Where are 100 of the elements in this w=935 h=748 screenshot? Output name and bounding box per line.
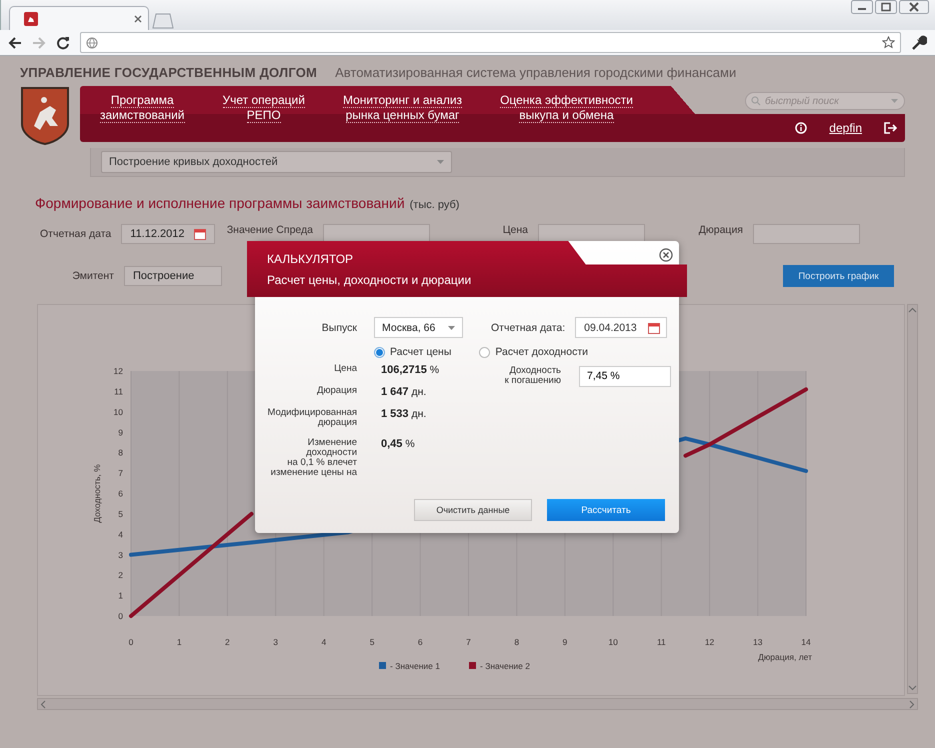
radio-icon[interactable] (374, 346, 385, 358)
legend-swatch (469, 662, 476, 669)
y-tick-label: 11 (114, 386, 123, 396)
back-icon[interactable] (8, 36, 22, 50)
system-subtitle: Автоматизированная система управления городскими финансами (335, 65, 736, 80)
scroll-down-icon[interactable] (908, 683, 917, 692)
result-label: Изменение доходности на 0,1 % влечет изменение цены на (270, 438, 357, 478)
result-value: 0,45 % (381, 438, 415, 452)
calculate-button[interactable]: Рассчитать (547, 499, 665, 521)
y-tick-label: 7 (118, 468, 123, 478)
result-label: Дюрация (316, 386, 357, 398)
scroll-left-icon[interactable] (39, 700, 48, 708)
calendar-icon[interactable] (194, 228, 206, 240)
minimize-icon[interactable] (851, 0, 873, 14)
globe-icon (86, 36, 98, 48)
system-title: УПРАВЛЕНИЕ ГОСУДАРСТВЕННЫМ ДОЛГОМ (20, 65, 318, 80)
dialog-subtitle: Расчет цены, доходности и дюрации (267, 272, 472, 286)
y-tick-label: 0 (118, 611, 123, 621)
y-tick-label: 3 (118, 550, 123, 560)
result-value: 1 533 дн. (381, 408, 426, 422)
horizontal-scrollbar[interactable] (37, 698, 918, 710)
address-field[interactable] (80, 32, 901, 53)
dialog-title: КАЛЬКУЛЯТОР (267, 252, 354, 266)
issue-dropdown[interactable]: Москва, 66 (374, 317, 463, 338)
mode-radio[interactable]: Расчет доходности (479, 346, 588, 358)
close-icon[interactable] (659, 248, 673, 262)
calendar-icon[interactable] (648, 322, 660, 334)
x-tick-label: 3 (273, 637, 278, 647)
user-link[interactable]: depfin (829, 121, 862, 135)
field-label: Эмитент (72, 270, 114, 282)
select-field[interactable]: Построение (124, 266, 222, 286)
field-label: Отчетная дата (40, 228, 112, 240)
input-field[interactable] (753, 224, 860, 244)
x-tick-label: 8 (514, 637, 520, 647)
x-tick-label: 9 (562, 637, 568, 647)
info-icon[interactable] (795, 122, 808, 134)
caret-icon (448, 326, 455, 330)
y-tick-label: 4 (118, 529, 123, 540)
result-value: 1 647 дн. (381, 386, 426, 398)
yield-field[interactable]: 7,45 % (579, 366, 671, 386)
date-field[interactable]: 09.04.2013 (575, 317, 668, 338)
new-tab-button[interactable] (152, 13, 174, 29)
x-tick-label: 11 (656, 637, 666, 647)
y-tick-label: 1 (118, 590, 123, 601)
x-tick-label: 0 (128, 637, 134, 647)
field-label: Дюрация (698, 224, 743, 236)
x-tick-label: 5 (370, 637, 374, 647)
y-tick-label: 10 (114, 406, 123, 417)
date-field[interactable]: 11.12.2012 (121, 224, 215, 244)
logout-icon[interactable] (884, 122, 897, 134)
clear-button[interactable]: Очистить данные (414, 499, 532, 521)
result-value: 106,2715 % (381, 364, 440, 376)
legend-label: - Значение 2 (480, 661, 530, 671)
browser-tab[interactable] (9, 6, 149, 30)
scroll-up-icon[interactable] (908, 306, 917, 315)
x-tick-label: 2 (225, 637, 230, 647)
build-chart-button[interactable]: Построить график (783, 265, 894, 287)
field-label: Цена (502, 224, 528, 236)
field-label: Значение Спреда (226, 224, 313, 236)
section-dropdown[interactable]: Построение кривых доходностей (101, 151, 452, 173)
x-tick-label: 4 (322, 637, 326, 647)
favicon-icon (24, 12, 38, 26)
caret-icon (437, 160, 444, 164)
field-label: Доходность к погашению (504, 366, 561, 386)
x-tick-label: 7 (466, 637, 471, 647)
close-icon[interactable] (899, 0, 929, 14)
field-label: Отчетная дата: (491, 322, 566, 334)
y-axis-title: Доходность, % (92, 464, 102, 523)
radio-icon[interactable] (479, 346, 490, 358)
result-label: Цена (333, 364, 357, 376)
reload-icon[interactable] (56, 36, 70, 50)
page-heading: Формирование и исполнение программы заимствований (35, 195, 405, 211)
coat-of-arms-icon (20, 86, 70, 146)
x-axis-title: Дюрация, лет (758, 652, 812, 662)
y-tick-label: 5 (118, 508, 123, 519)
scroll-right-icon[interactable] (907, 700, 916, 708)
close-icon[interactable] (134, 15, 142, 23)
maximize-icon[interactable] (875, 0, 897, 14)
unit-label: (тыс. руб) (410, 199, 460, 211)
x-tick-label: 14 (801, 637, 811, 647)
wrench-icon[interactable] (911, 34, 927, 50)
x-tick-label: 10 (608, 637, 618, 647)
legend-label: - Значение 1 (390, 661, 440, 671)
vertical-scrollbar[interactable] (907, 304, 918, 694)
y-tick-label: 6 (118, 488, 123, 498)
legend-swatch (379, 662, 386, 669)
y-tick-label: 8 (118, 448, 123, 458)
y-tick-label: 9 (118, 427, 123, 438)
x-tick-label: 12 (704, 637, 714, 647)
y-tick-label: 12 (114, 366, 123, 376)
search-field[interactable]: быстрый поиск (745, 92, 905, 110)
x-tick-label: 13 (753, 637, 763, 647)
caret-icon (891, 99, 898, 103)
x-tick-label: 6 (418, 637, 423, 647)
result-label: Модифицированная дюрация (266, 408, 357, 428)
search-icon (751, 96, 761, 106)
y-tick-label: 2 (118, 570, 123, 580)
mode-radio[interactable]: Расчет цены (374, 346, 452, 358)
field-label: Выпуск (320, 322, 357, 334)
star-icon[interactable] (882, 36, 895, 49)
